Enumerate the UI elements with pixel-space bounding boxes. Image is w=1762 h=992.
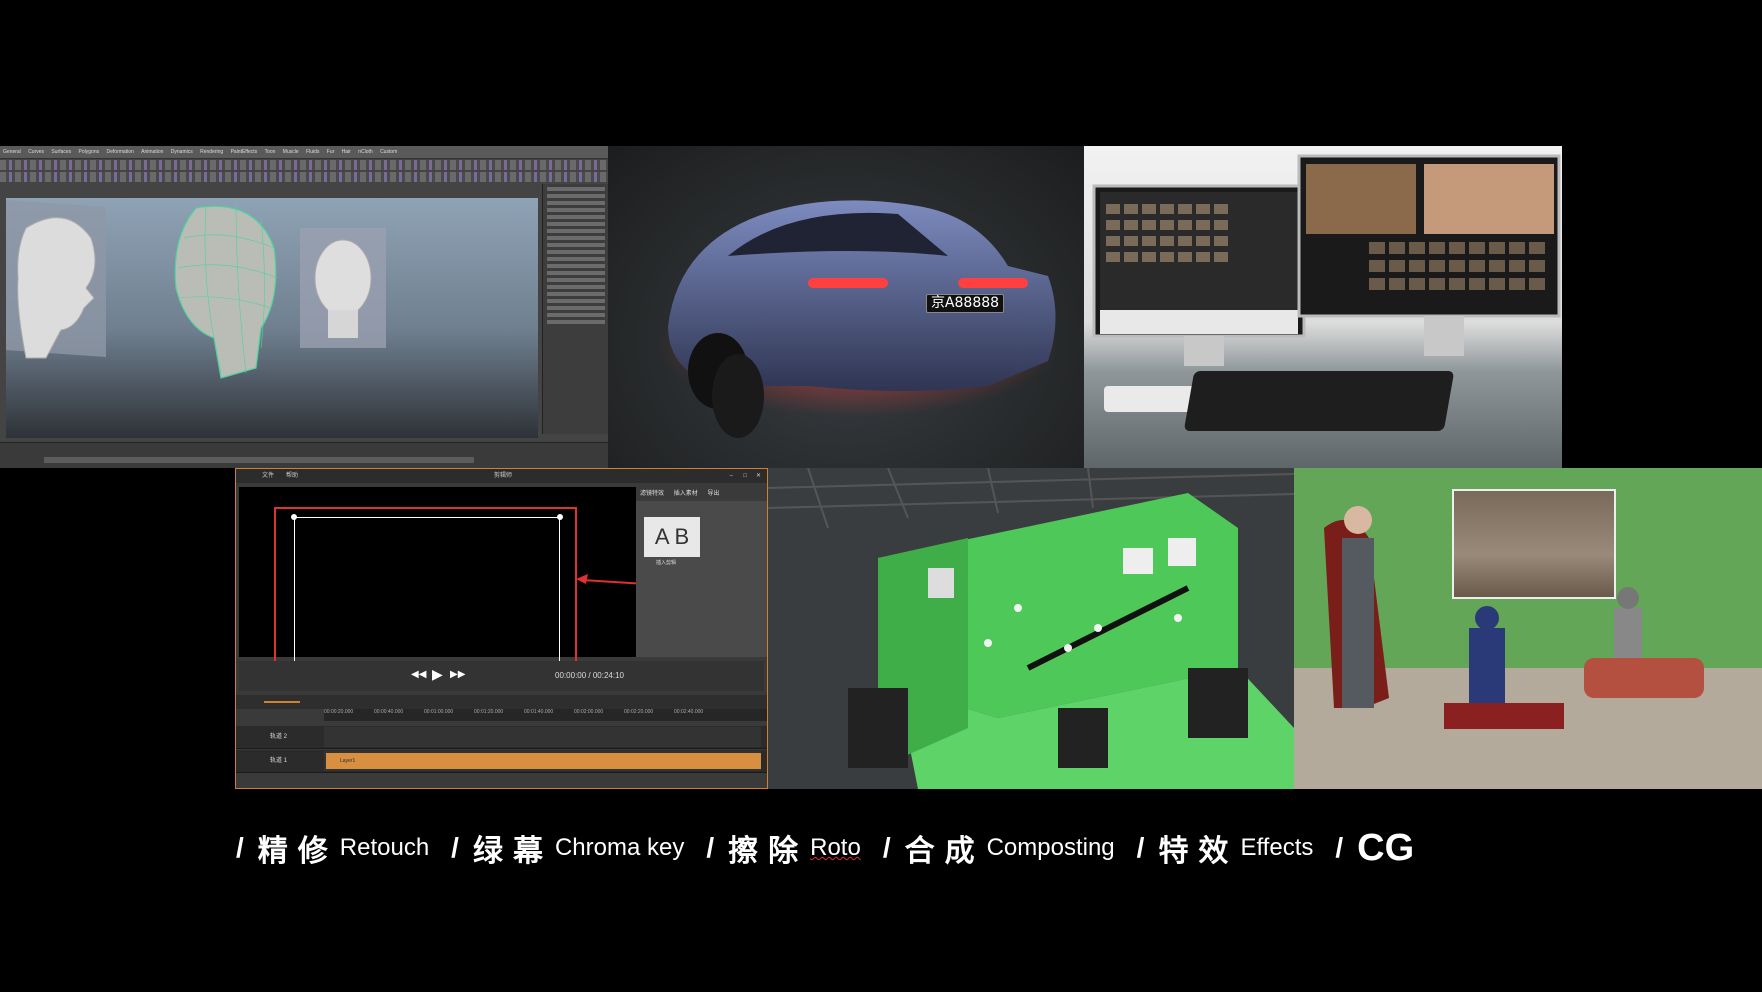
play-icon[interactable]: ▶ xyxy=(432,666,443,683)
service-zh: 合成 xyxy=(904,834,985,869)
menu-file[interactable]: 文件 xyxy=(262,469,274,483)
minimize-icon[interactable]: – xyxy=(730,469,733,483)
modeling-menubar: General Curves Surfaces Polygons Deforma… xyxy=(0,146,608,159)
forward-icon[interactable]: ▶▶ xyxy=(450,669,465,680)
service-en: Roto xyxy=(810,834,861,861)
resize-handle[interactable] xyxy=(557,514,563,520)
track-lane[interactable] xyxy=(324,727,761,747)
channel-box-panel[interactable] xyxy=(542,184,608,434)
track-row[interactable]: 轨道 1 Layer1 xyxy=(236,750,767,773)
service-en: Retouch xyxy=(339,834,430,861)
menu-custom[interactable]: Custom xyxy=(377,149,400,155)
editor-titlebar: 文件 帮助 剪辑师 ✕ □ – xyxy=(236,469,767,483)
menu-polygons[interactable]: Polygons xyxy=(76,149,103,155)
services-caption: / 精修 Retouch / 绿幕 Chroma key / 擦除 Roto /… xyxy=(236,818,1414,878)
service-en: Effects xyxy=(1240,834,1314,861)
menu-animation[interactable]: Animation xyxy=(138,149,166,155)
zoom-slider[interactable] xyxy=(264,701,300,703)
menu-rendering[interactable]: Rendering xyxy=(197,149,226,155)
ruler-tick: 00:02:40.000 xyxy=(674,709,704,715)
video-preview[interactable] xyxy=(239,487,636,675)
sports-car-illustration xyxy=(658,200,1058,438)
ruler-tick: 00:02:20.000 xyxy=(624,709,654,715)
license-plate: 京A88888 xyxy=(926,294,1004,313)
timeline-ruler[interactable]: 00:00:20.000 00:00:40.000 00:01:00.000 00:0… xyxy=(324,709,767,721)
menu-help[interactable]: 帮助 xyxy=(286,469,298,483)
service-zh: 擦除 xyxy=(728,834,809,869)
transform-box[interactable] xyxy=(291,514,563,670)
track-row[interactable]: 轨道 2 xyxy=(236,726,767,749)
ruler-tick: 00:00:40.000 xyxy=(374,709,404,715)
time-slider[interactable] xyxy=(44,457,474,463)
tab-effects[interactable]: 滤镜特效 xyxy=(636,491,668,497)
service-zh: 绿幕 xyxy=(472,834,553,869)
menu-dynamics[interactable]: Dynamics xyxy=(168,149,196,155)
playback-controls: ◀◀ ▶ ▶▶ 00:00:00 / 00:24:10 xyxy=(239,661,764,691)
ruler-tick: 00:02:00.000 xyxy=(574,709,604,715)
transition-caption: 插入剪辑 xyxy=(656,560,677,566)
track-lane[interactable]: Layer1 xyxy=(324,751,761,771)
track-label: 轨道 1 xyxy=(270,758,288,764)
maximize-icon[interactable]: □ xyxy=(743,469,747,483)
monitors-illustration xyxy=(1092,154,1561,431)
menu-surfaces[interactable]: Surfaces xyxy=(48,149,74,155)
modeling-toolbar[interactable] xyxy=(0,160,608,170)
modeling-shelf[interactable] xyxy=(0,172,608,182)
resize-handle[interactable] xyxy=(291,514,297,520)
green-screen-studio-photo xyxy=(768,468,1294,789)
menu-deformation[interactable]: Deformation xyxy=(104,149,137,155)
car-render-image: 京A88888 xyxy=(608,146,1084,468)
tab-insert-media[interactable]: 插入素材 xyxy=(670,491,702,497)
menu-general[interactable]: General xyxy=(0,149,24,155)
film-set-photo xyxy=(1294,468,1762,789)
separator: / xyxy=(882,832,891,863)
separator: / xyxy=(451,832,459,863)
menu-fur[interactable]: Fur xyxy=(324,149,338,155)
head-models-illustration xyxy=(6,200,386,379)
ruler-tick: 00:01:00.000 xyxy=(424,709,454,715)
crop-highlight xyxy=(274,507,577,675)
ruler-tick: 00:00:20.000 xyxy=(324,709,354,715)
menu-curves[interactable]: Curves xyxy=(25,149,47,155)
ruler-tick: 00:01:40.000 xyxy=(524,709,554,715)
video-editor-screenshot: 文件 帮助 剪辑师 ✕ □ – 滤镜特效 插入素材 导出 A B 插入剪辑 ◀◀… xyxy=(235,468,768,789)
modeling-timeline[interactable] xyxy=(0,442,608,468)
separator: / xyxy=(236,832,244,863)
editor-side-panel: 滤镜特效 插入素材 导出 A B 插入剪辑 xyxy=(636,487,767,657)
modeling-viewport[interactable] xyxy=(6,198,538,438)
service-zh: 精修 xyxy=(257,834,338,869)
modeling-app-screenshot: General Curves Surfaces Polygons Deforma… xyxy=(0,146,608,468)
timecode: 00:00:00 / 00:24:10 xyxy=(555,671,624,680)
timeline-toolbar[interactable] xyxy=(236,695,767,709)
separator: / xyxy=(1136,832,1145,863)
menu-ncloth[interactable]: nCloth xyxy=(355,149,375,155)
track-label: 轨道 2 xyxy=(270,734,288,740)
rewind-icon[interactable]: ◀◀ xyxy=(411,669,426,680)
studio-illustration xyxy=(768,468,1294,789)
close-icon[interactable]: ✕ xyxy=(756,469,761,483)
menu-painteffects[interactable]: PaintEffects xyxy=(228,149,261,155)
menu-toon[interactable]: Toon xyxy=(262,149,279,155)
service-zh: 特效 xyxy=(1158,834,1239,869)
menu-fluids[interactable]: Fluids xyxy=(303,149,322,155)
menu-hair[interactable]: Hair xyxy=(339,149,354,155)
service-en: Composting xyxy=(986,834,1115,861)
editing-workstation-photo xyxy=(1084,146,1562,468)
tab-export[interactable]: 导出 xyxy=(703,491,723,497)
reference-inset-image xyxy=(1452,489,1616,599)
menu-muscle[interactable]: Muscle xyxy=(280,149,302,155)
ruler-tick: 00:01:20.000 xyxy=(474,709,504,715)
service-cg: CG xyxy=(1357,826,1415,869)
separator: / xyxy=(1335,832,1344,863)
service-en: Chroma key xyxy=(554,834,685,861)
separator: / xyxy=(706,832,715,863)
audio-clip[interactable]: Layer1 xyxy=(326,753,761,769)
editor-window-title: 剪辑师 xyxy=(494,473,513,479)
clip-name: Layer1 xyxy=(340,758,356,764)
transition-ab-button[interactable]: A B xyxy=(644,517,700,557)
